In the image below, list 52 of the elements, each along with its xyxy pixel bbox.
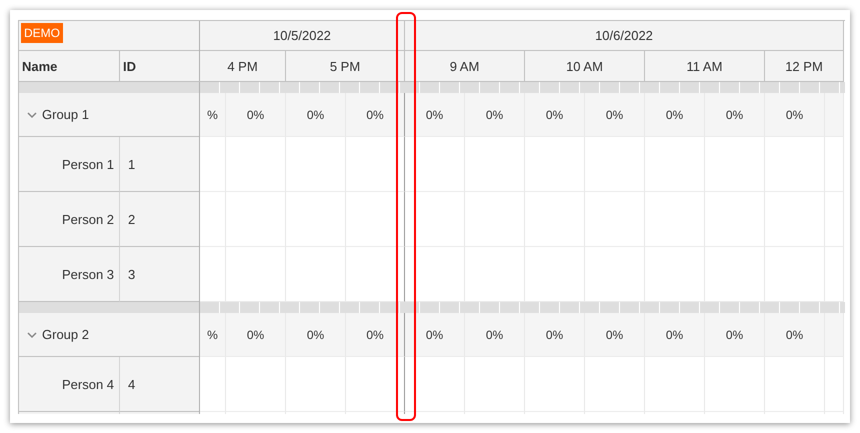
timeline-cell <box>645 247 705 302</box>
timeline-cell <box>825 247 844 302</box>
load-cell: 0% <box>286 313 346 357</box>
load-cell: 0% <box>705 93 765 137</box>
timeline-cell <box>525 247 585 302</box>
load-cell: 0% <box>705 313 765 357</box>
load-cell: 0% <box>346 93 405 137</box>
date-header: 10/5/2022 <box>200 21 405 51</box>
timeline-cell <box>346 192 405 247</box>
load-cell: 0% <box>585 313 645 357</box>
timeline-cell <box>705 247 765 302</box>
load-cell: 0% <box>585 93 645 137</box>
timeline-cell <box>346 247 405 302</box>
timeline-cell <box>226 247 286 302</box>
hour-header: 11 AM <box>645 51 765 82</box>
load-cell: % <box>200 313 226 357</box>
load-cell <box>825 93 844 137</box>
load-cell: 0% <box>645 93 705 137</box>
load-cell: 0% <box>226 93 286 137</box>
load-cell: 0% <box>645 313 705 357</box>
hour-header: 9 AM <box>405 51 525 82</box>
load-cell: % <box>200 93 226 137</box>
timeline-cell <box>405 192 465 247</box>
timeline-cell <box>405 247 465 302</box>
date-header: 10/6/2022 <box>405 21 844 51</box>
hour-header: 5 PM <box>286 51 405 82</box>
timeline-cell <box>346 137 405 192</box>
load-cell: 0% <box>765 93 825 137</box>
timeline-cell <box>765 247 825 302</box>
load-cell: 0% <box>346 313 405 357</box>
timeline-cell <box>405 137 465 192</box>
load-cell: 0% <box>286 93 346 137</box>
timeline-cell <box>465 247 525 302</box>
load-cell: 0% <box>465 93 525 137</box>
chevron-icon <box>27 330 37 340</box>
hour-header: 12 PM <box>765 51 844 82</box>
load-cell: 0% <box>405 93 465 137</box>
hour-header: 4 PM <box>200 51 286 82</box>
chevron-icon <box>27 110 37 120</box>
hour-header: 10 AM <box>525 51 645 82</box>
timeline-cell <box>346 357 405 412</box>
demo-label: DEMO <box>21 23 63 43</box>
timeline-cell <box>405 357 465 412</box>
load-cell: 0% <box>405 313 465 357</box>
load-cell: 0% <box>226 313 286 357</box>
load-cell: 0% <box>765 313 825 357</box>
timeline-cell <box>286 247 346 302</box>
load-cell: 0% <box>465 313 525 357</box>
timeline-cell <box>585 247 645 302</box>
load-cell: 0% <box>525 93 585 137</box>
load-cell <box>825 313 844 357</box>
load-cell: 0% <box>525 313 585 357</box>
